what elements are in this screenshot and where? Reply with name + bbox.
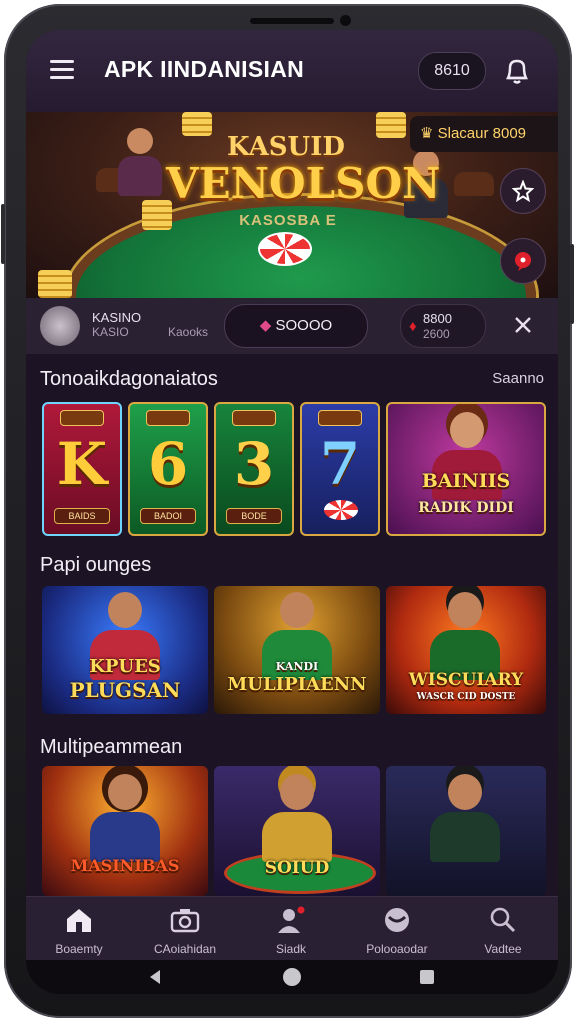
- game-tile[interactable]: [386, 766, 546, 896]
- nav-label: Polooaodar: [366, 942, 428, 956]
- tile-symbol: 7: [319, 430, 361, 498]
- user-strip: KASINO KASIO Kaooks ◆ SOOOO ♦ 8800 2600: [26, 298, 558, 354]
- notification-icon[interactable]: [500, 54, 534, 88]
- tile-caption-sub: RADIK DIDI: [418, 500, 514, 516]
- front-camera: [340, 15, 351, 26]
- tile-caption-sub: PLUGSAN: [69, 678, 181, 702]
- nav-label: Vadtee: [484, 942, 522, 956]
- stats-value: 8800: [423, 311, 452, 326]
- game-tile[interactable]: 7: [300, 402, 380, 536]
- tile-caption: BODE: [226, 508, 282, 524]
- avatar[interactable]: [40, 306, 80, 346]
- banner-logo-line1: KASUID: [227, 132, 345, 162]
- share-button[interactable]: [500, 168, 546, 214]
- search-icon: [490, 907, 516, 933]
- nav-item-home[interactable]: Boaemty: [26, 897, 132, 961]
- tile-caption: WISCUIARY: [408, 670, 524, 690]
- coin-stack: [38, 270, 72, 298]
- user-subtitle: KASIO: [92, 325, 129, 339]
- nav-item-camera[interactable]: CAoiahidan: [132, 897, 238, 961]
- game-tile[interactable]: KPUES PLUGSAN: [42, 586, 208, 714]
- speaker-grille: [250, 18, 334, 24]
- star-icon: [512, 180, 534, 202]
- nav-label: Siadk: [275, 942, 307, 956]
- game-tile[interactable]: WISCUIARY WASCR CID DOSTE: [386, 586, 546, 714]
- close-icon[interactable]: [510, 312, 536, 338]
- tile-caption: BADOI: [140, 508, 196, 524]
- balance-pill[interactable]: 8610: [418, 52, 486, 90]
- poker-chip: [258, 232, 312, 266]
- banner-logo: KASUID VENOLSON: [166, 132, 441, 208]
- lamp-decoration: [454, 172, 494, 196]
- crown-icon: ♛: [420, 125, 438, 142]
- chat-bubble-icon: [515, 252, 531, 271]
- bet-label: SOOOO: [275, 317, 333, 334]
- game-tile[interactable]: KANDI MULIPIAENN: [214, 586, 380, 714]
- tile-caption: KPUES: [89, 656, 161, 677]
- nav-item-search[interactable]: Vadtee: [450, 897, 556, 961]
- game-tile[interactable]: 3 BODE: [214, 402, 294, 536]
- chat-button[interactable]: [500, 238, 546, 284]
- host-figure: [430, 774, 500, 862]
- chip-icon: [324, 500, 358, 520]
- host-figure: [90, 774, 160, 862]
- user-name: KASINO: [92, 310, 142, 325]
- home-icon: [67, 909, 91, 932]
- tile-caption: BAINIIS: [421, 470, 511, 492]
- tile-caption: MASINIBAS: [70, 856, 180, 875]
- banner-logo-line2: VENOLSON: [166, 159, 441, 208]
- game-tile[interactable]: 6 BADOI: [128, 402, 208, 536]
- game-tile[interactable]: SOIUD: [214, 766, 380, 896]
- camera-icon: [170, 909, 200, 933]
- stats-subvalue: 2600: [423, 327, 450, 341]
- nav-label: Boaemty: [55, 942, 103, 956]
- tile-caption-sub: MULIPIAENN: [227, 674, 367, 695]
- tile-caption: SOIUD: [264, 858, 330, 878]
- player-figure: [118, 128, 162, 198]
- hamburger-menu-icon[interactable]: [50, 60, 74, 80]
- nav-label: CAoiahidan: [153, 942, 217, 956]
- nav-item-globe[interactable]: Polooaodar: [344, 897, 450, 961]
- stats-pill[interactable]: ♦ 8800 2600: [400, 304, 486, 348]
- phone-frame: APK IINDANISIAN 8610 KASUID VENOLSON KAS…: [1, 4, 574, 1018]
- recents-icon[interactable]: [418, 968, 436, 986]
- table-text: KASOSBA E: [239, 212, 337, 229]
- game-tile-featured[interactable]: BAINIIS RADIK DIDI: [386, 402, 546, 536]
- dice-icon: ◆: [259, 317, 276, 334]
- hero-banner[interactable]: KASUID VENOLSON KASOSBA E ♛ Slacaur 8009: [26, 112, 558, 298]
- home-circle-icon[interactable]: [282, 967, 302, 987]
- tile-caption-sub: WASCR CID DOSTE: [416, 692, 516, 702]
- section-title: Tonoaikdagonaiatos: [40, 368, 218, 390]
- host-figure: [430, 592, 500, 680]
- tile-symbol: 3: [233, 430, 275, 498]
- bottom-nav: Boaemty CAoiahidan Siadk Polooaodar Vadt…: [26, 896, 558, 961]
- bet-button[interactable]: ◆ SOOOO: [224, 304, 368, 348]
- tile-symbol: 6: [147, 430, 189, 498]
- host-figure: [262, 774, 332, 862]
- app-screen: APK IINDANISIAN 8610 KASUID VENOLSON KAS…: [26, 30, 558, 994]
- nav-item-profile[interactable]: Siadk: [238, 897, 344, 961]
- section-title: Multipeammean: [40, 736, 183, 758]
- tile-caption: KANDI: [275, 660, 319, 673]
- globe-icon: [385, 908, 409, 932]
- user-alert-icon: [278, 906, 305, 933]
- tile-caption: BAIDS: [54, 508, 110, 524]
- jackpot-badge-text: Slacaur 8009: [437, 125, 527, 142]
- system-nav-bar: [26, 960, 558, 994]
- game-tile[interactable]: K BAIDS: [42, 402, 122, 536]
- fire-icon: ♦: [409, 318, 417, 335]
- section-title: Papi ounges: [40, 554, 152, 576]
- power-button: [570, 244, 574, 324]
- tile-symbol: K: [56, 430, 108, 498]
- back-icon[interactable]: [146, 968, 164, 986]
- top-bar: APK IINDANISIAN 8610: [26, 30, 558, 112]
- user-subtitle-2: Kaooks: [168, 325, 209, 339]
- app-title: APK IINDANISIAN: [104, 56, 305, 82]
- volume-button: [1, 204, 5, 264]
- jackpot-badge[interactable]: ♛ Slacaur 8009: [410, 116, 558, 152]
- see-all-link[interactable]: Saanno: [492, 370, 544, 387]
- game-tile[interactable]: MASINIBAS: [42, 766, 208, 896]
